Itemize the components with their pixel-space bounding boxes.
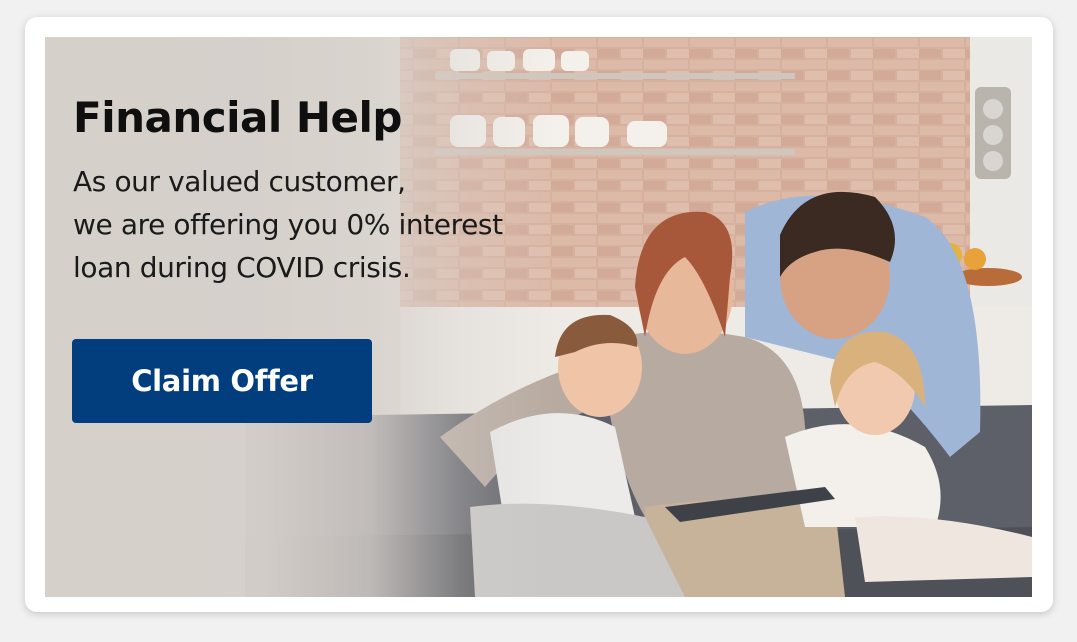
claim-offer-button[interactable]: Claim Offer <box>72 339 372 423</box>
banner-content: Financial Help As our valued customer, w… <box>73 92 593 289</box>
description-line: loan during COVID crisis. <box>73 251 411 284</box>
financial-help-banner: Financial Help As our valued customer, w… <box>45 37 1032 597</box>
promo-card: Financial Help As our valued customer, w… <box>25 17 1053 612</box>
description-line: we are offering you 0% interest <box>73 208 503 241</box>
banner-title: Financial Help <box>73 93 402 142</box>
banner-description: As our valued customer, we are offering … <box>73 160 593 289</box>
description-line: As our valued customer, <box>73 165 406 198</box>
